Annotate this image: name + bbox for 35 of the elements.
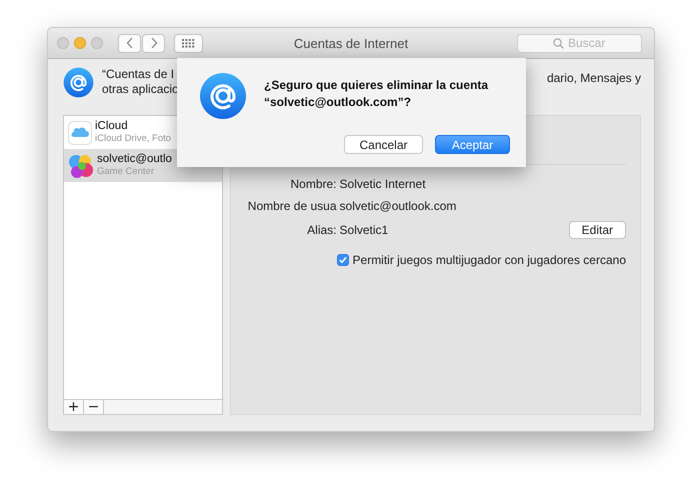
account-name: solvetic@outlo — [97, 153, 172, 166]
dialog-message: ¿Seguro que quieres eliminar la cuenta “solvetic@outlook.com”? — [264, 77, 488, 111]
cancel-button[interactable]: Cancelar — [344, 135, 423, 154]
chevron-left-icon — [126, 37, 134, 49]
account-item[interactable]: iCloud iCloud Drive, Foto — [64, 116, 222, 149]
checkbox[interactable] — [336, 254, 349, 266]
account-detail: iCloud Drive, Foto — [95, 133, 172, 145]
search-icon — [553, 38, 564, 48]
description-text: “Cuentas de I — [102, 67, 176, 82]
edit-button[interactable]: Editar — [568, 221, 626, 239]
chevron-right-icon — [150, 37, 158, 49]
grid-icon — [182, 38, 195, 48]
forward-button[interactable] — [142, 34, 165, 52]
window-title: Cuentas de Internet — [294, 36, 408, 50]
description-text: dario, Mensajes y — [546, 71, 641, 86]
at-sign-icon — [199, 72, 247, 120]
grid-button[interactable] — [174, 34, 203, 52]
checkbox-label: Permitir juegos multijugador con jugadores cercano — [352, 253, 626, 267]
minimize-button[interactable] — [74, 37, 86, 49]
at-sign-icon — [63, 67, 94, 98]
field-value: solvetic@outlook.com — [340, 199, 458, 213]
cloud-icon — [68, 120, 92, 144]
field-label: Alias: — [306, 223, 337, 237]
account-name: iCloud — [95, 120, 129, 133]
field-label: Nombre: — [290, 177, 337, 191]
back-button[interactable] — [118, 34, 141, 52]
remove-button[interactable]: − — [84, 400, 104, 414]
field-value: Solvetic Internet — [340, 177, 427, 191]
bubbles-icon — [68, 152, 94, 178]
search-field[interactable]: Buscar — [517, 34, 642, 52]
account-detail: Game Center — [97, 166, 156, 178]
add-button[interactable]: + — [64, 400, 84, 414]
description-text: otras aplicacio — [102, 82, 176, 97]
field-label: Nombre de usua — [246, 199, 337, 213]
field-value: Solvetic1 — [340, 223, 390, 237]
